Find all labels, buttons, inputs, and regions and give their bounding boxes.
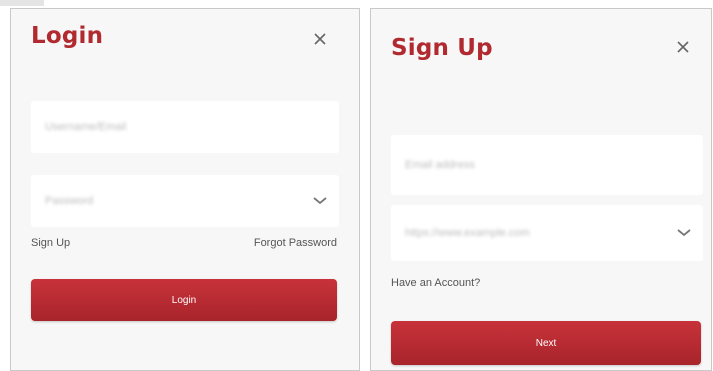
login-title: Login	[31, 23, 104, 49]
username-placeholder: Username/Email	[45, 121, 127, 133]
sign-up-link[interactable]: Sign Up	[31, 237, 70, 249]
chevron-down-icon[interactable]	[313, 197, 327, 205]
login-button-label: Login	[171, 294, 197, 306]
forgot-password-link[interactable]: Forgot Password	[254, 237, 337, 249]
login-panel: Login Username/Email Password Sign Up Fo…	[10, 8, 360, 371]
url-input[interactable]: https://www.example.com	[391, 205, 703, 261]
login-button[interactable]: Login	[31, 279, 337, 321]
chevron-down-icon[interactable]	[677, 229, 691, 237]
password-input[interactable]: Password	[31, 175, 339, 227]
username-input[interactable]: Username/Email	[31, 101, 339, 153]
close-icon[interactable]	[312, 31, 328, 47]
signup-title: Sign Up	[391, 35, 493, 61]
top-strip	[0, 0, 44, 6]
url-placeholder: https://www.example.com	[405, 227, 530, 239]
next-button-label: Next	[535, 337, 557, 349]
have-account-link[interactable]: Have an Account?	[391, 277, 480, 289]
next-button[interactable]: Next	[391, 321, 701, 365]
email-input[interactable]: Email address	[391, 135, 703, 195]
email-placeholder: Email address	[405, 159, 475, 171]
signup-panel: Sign Up Email address https://www.exampl…	[370, 8, 712, 371]
password-placeholder: Password	[45, 195, 94, 207]
close-icon[interactable]	[675, 39, 691, 55]
